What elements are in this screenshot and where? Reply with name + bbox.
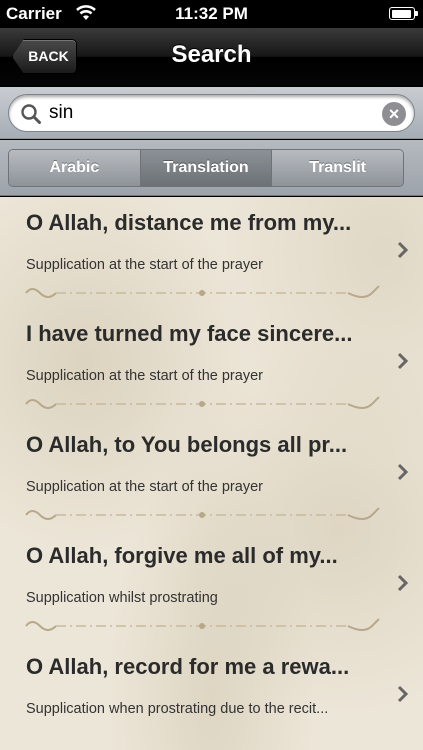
result-title: O Allah, distance me from my... — [26, 210, 352, 235]
result-title: O Allah, to You belongs all pr... — [26, 432, 348, 457]
ornament-divider — [25, 507, 380, 520]
result-title: O Allah, forgive me all of my... — [26, 543, 338, 568]
clock: 11:32 PM — [175, 4, 248, 23]
chevron-right-icon — [397, 241, 409, 259]
ornament-divider — [25, 618, 380, 631]
ornament-divider — [25, 396, 380, 409]
chevron-right-icon — [397, 463, 409, 481]
chevron-right-icon — [397, 352, 409, 370]
segment-arabic[interactable]: Arabic — [9, 150, 141, 186]
list-item[interactable]: O Allah, to You belongs all pr... Suppli… — [0, 419, 423, 530]
result-subtitle: Supplication at the start of the prayer — [26, 368, 263, 384]
chevron-right-icon — [397, 685, 409, 703]
result-title: O Allah, record for me a rewa... — [26, 654, 350, 679]
list-item[interactable]: O Allah, record for me a rewa... Supplic… — [0, 641, 423, 750]
segment-translation[interactable]: Translation — [140, 150, 273, 186]
result-subtitle: Supplication when prostrating due to the… — [26, 701, 329, 717]
result-subtitle: Supplication whilst prostrating — [26, 590, 218, 606]
search-bar: × — [0, 87, 423, 139]
list-item[interactable]: O Allah, distance me from my... Supplica… — [0, 197, 423, 308]
result-subtitle: Supplication at the start of the prayer — [26, 479, 263, 495]
results-list: O Allah, distance me from my... Supplica… — [0, 197, 423, 750]
search-icon — [21, 104, 41, 124]
segmented-control: Arabic Translation Translit — [8, 149, 404, 187]
list-item[interactable]: O Allah, forgive me all of my... Supplic… — [0, 530, 423, 641]
battery-icon — [389, 7, 418, 20]
ornament-divider — [25, 285, 380, 298]
scope-bar: Arabic Translation Translit — [0, 140, 423, 196]
list-item[interactable]: I have turned my face sincere... Supplic… — [0, 308, 423, 419]
page-title: Search — [171, 41, 252, 68]
status-bar: Carrier 11:32 PM — [0, 0, 423, 28]
result-subtitle: Supplication at the start of the prayer — [26, 257, 263, 273]
search-field[interactable]: × — [8, 94, 415, 132]
clear-icon[interactable]: × — [382, 102, 406, 126]
segment-translit[interactable]: Translit — [272, 150, 403, 186]
chevron-right-icon — [397, 574, 409, 592]
result-title: I have turned my face sincere... — [26, 321, 353, 346]
navigation-bar: BACK Search — [0, 28, 423, 86]
search-input[interactable] — [49, 102, 349, 124]
